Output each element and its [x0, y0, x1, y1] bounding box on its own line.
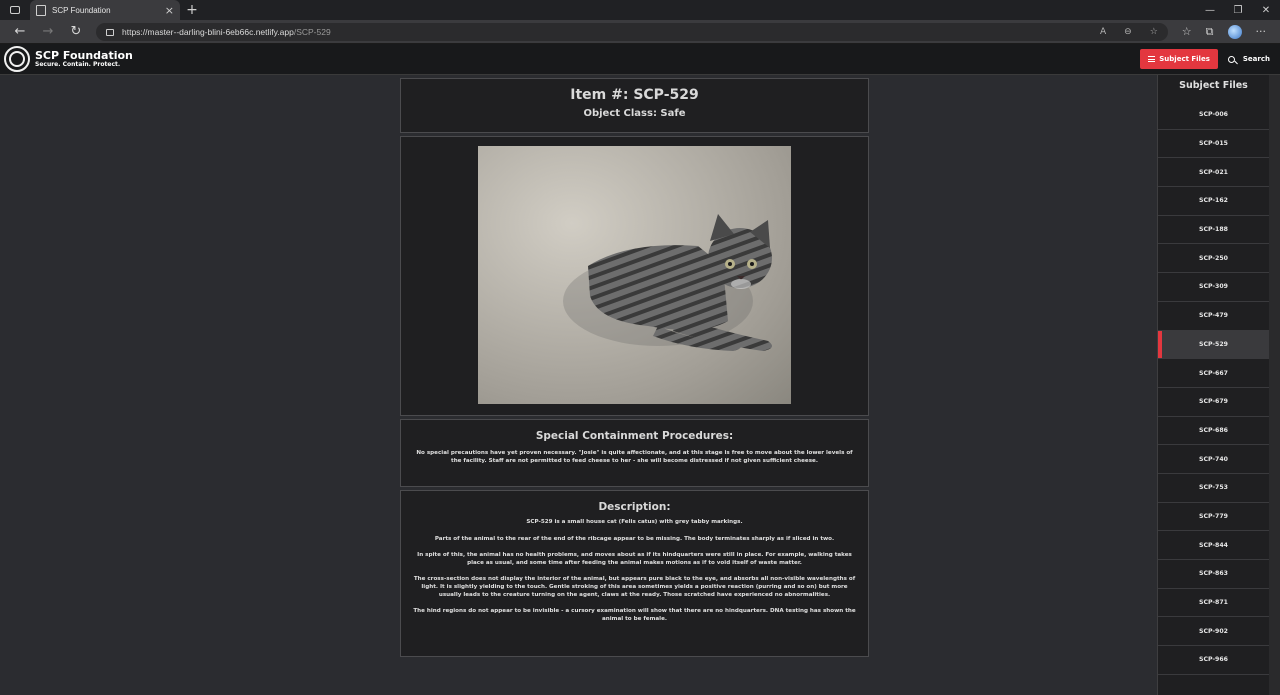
refresh-icon[interactable]: ↻	[62, 24, 90, 39]
read-aloud-icon[interactable]: A	[1100, 27, 1106, 37]
forward-icon[interactable]: →	[34, 24, 62, 39]
url-host: https://master--darling-blini-6eb66c.net…	[122, 26, 294, 37]
search-label: Search	[1242, 55, 1270, 63]
subject-files-button[interactable]: Subject Files	[1140, 49, 1218, 69]
object-class: Object Class: Safe	[583, 108, 686, 119]
close-window-icon[interactable]: ✕	[1252, 0, 1280, 20]
new-tab-button[interactable]: +	[180, 0, 204, 20]
sidebar-item-scp-753[interactable]: SCP-753	[1158, 474, 1269, 503]
page-scrollbar[interactable]	[1269, 75, 1280, 695]
description-paragraph: SCP-529 is a small house cat (Felis catu…	[526, 519, 743, 525]
sidebar-item-scp-902[interactable]: SCP-902	[1158, 617, 1269, 647]
header-actions: Subject Files Search	[1140, 49, 1270, 69]
address-toolbar: ← → ↻ https://master--darling-blini-6eb6…	[0, 20, 1280, 44]
url-text[interactable]: https://master--darling-blini-6eb66c.net…	[122, 27, 1082, 37]
item-header-panel: Item #: SCP-529 Object Class: Safe	[400, 78, 869, 133]
search-icon	[1227, 55, 1235, 63]
main-content: Item #: SCP-529 Object Class: Safe Speci…	[0, 75, 1157, 695]
image-panel	[400, 136, 869, 416]
close-tab-icon[interactable]: ×	[165, 4, 174, 17]
minimize-icon[interactable]: —	[1196, 0, 1224, 20]
site-header: SCP Foundation Secure. Contain. Protect.…	[0, 44, 1280, 75]
scp-photo	[478, 146, 791, 404]
restore-icon[interactable]: ❐	[1224, 0, 1252, 20]
tab-actions-icon[interactable]	[0, 0, 30, 20]
window-controls: — ❐ ✕	[1196, 0, 1280, 20]
brand-tagline: Secure. Contain. Protect.	[35, 61, 121, 68]
sidebar-item-scp-021[interactable]: SCP-021	[1158, 158, 1269, 188]
containment-text: No special precautions have yet proven n…	[416, 450, 853, 464]
description-paragraph: In spite of this, the animal has no heal…	[417, 552, 852, 566]
collections-icon[interactable]: ⧉	[1206, 25, 1214, 39]
lock-icon[interactable]	[106, 29, 114, 36]
item-title: Item #: SCP-529	[570, 87, 699, 103]
more-options-icon[interactable]: ···	[1256, 25, 1267, 38]
sidebar-item-scp-015[interactable]: SCP-015	[1158, 130, 1269, 159]
url-path: /SCP-529	[293, 26, 331, 37]
scp-logo-icon[interactable]	[4, 46, 30, 72]
sidebar-item-scp-250[interactable]: SCP-250	[1158, 244, 1269, 274]
brand[interactable]: SCP Foundation Secure. Contain. Protect.	[35, 50, 133, 68]
add-favorite-icon[interactable]: ☆	[1150, 27, 1158, 37]
sidebar-item-scp-686[interactable]: SCP-686	[1158, 417, 1269, 446]
subject-files-sidebar: Subject Files SCP-006 SCP-015 SCP-021 SCP-1…	[1157, 75, 1269, 695]
sidebar-item-scp-844[interactable]: SCP-844	[1158, 531, 1269, 560]
sidebar-item-scp-479[interactable]: SCP-479	[1158, 302, 1269, 331]
sidebar-item-scp-863[interactable]: SCP-863	[1158, 560, 1269, 589]
profile-avatar[interactable]	[1227, 24, 1242, 39]
description-paragraph: The hind regions do not appear to be inv…	[413, 608, 856, 622]
subject-files-label: Subject Files	[1159, 55, 1210, 63]
sidebar-item-scp-529[interactable]: SCP-529	[1158, 330, 1269, 360]
favorites-icon[interactable]: ☆	[1182, 25, 1192, 38]
zoom-icon[interactable]: ⊖	[1124, 27, 1132, 37]
url-bar[interactable]: https://master--darling-blini-6eb66c.net…	[96, 22, 1168, 41]
tab-title: SCP Foundation	[52, 5, 111, 15]
browser-tab[interactable]: SCP Foundation ×	[30, 0, 180, 20]
description-panel: Description: SCP-529 is a small house ca…	[400, 490, 869, 657]
sidebar-item-scp-006[interactable]: SCP-006	[1158, 101, 1269, 130]
back-icon[interactable]: ←	[6, 24, 34, 39]
sidebar-item-scp-188[interactable]: SCP-188	[1158, 216, 1269, 245]
sidebar-item-scp-309[interactable]: SCP-309	[1158, 273, 1269, 302]
description-paragraph: Parts of the animal to the rear of the e…	[434, 535, 835, 542]
containment-heading: Special Containment Procedures:	[535, 430, 734, 442]
description-paragraph: The cross-section does not display the i…	[413, 576, 856, 598]
search-button[interactable]: Search	[1227, 55, 1270, 63]
sidebar-item-scp-162[interactable]: SCP-162	[1158, 187, 1269, 216]
menu-icon	[1148, 56, 1156, 62]
sidebar-title: Subject Files	[1179, 80, 1248, 91]
brand-name: SCP Foundation	[35, 49, 133, 62]
description-heading: Description:	[598, 501, 671, 513]
containment-panel: Special Containment Procedures: No speci…	[400, 419, 869, 487]
page-icon	[36, 4, 46, 16]
sidebar-item-scp-779[interactable]: SCP-779	[1158, 503, 1269, 532]
browser-tabbar: SCP Foundation × + — ❐ ✕	[0, 0, 1280, 20]
sidebar-list: SCP-006 SCP-015 SCP-021 SCP-162 SCP-188 SCP-2…	[1158, 101, 1269, 675]
sidebar-item-scp-667[interactable]: SCP-667	[1158, 359, 1269, 388]
sidebar-item-scp-966[interactable]: SCP-966	[1158, 646, 1269, 675]
browser-tools: ☆ ⧉ ···	[1174, 24, 1274, 39]
sidebar-item-scp-679[interactable]: SCP-679	[1158, 388, 1269, 417]
sidebar-item-scp-871[interactable]: SCP-871	[1158, 589, 1269, 618]
sidebar-item-scp-740[interactable]: SCP-740	[1158, 445, 1269, 474]
